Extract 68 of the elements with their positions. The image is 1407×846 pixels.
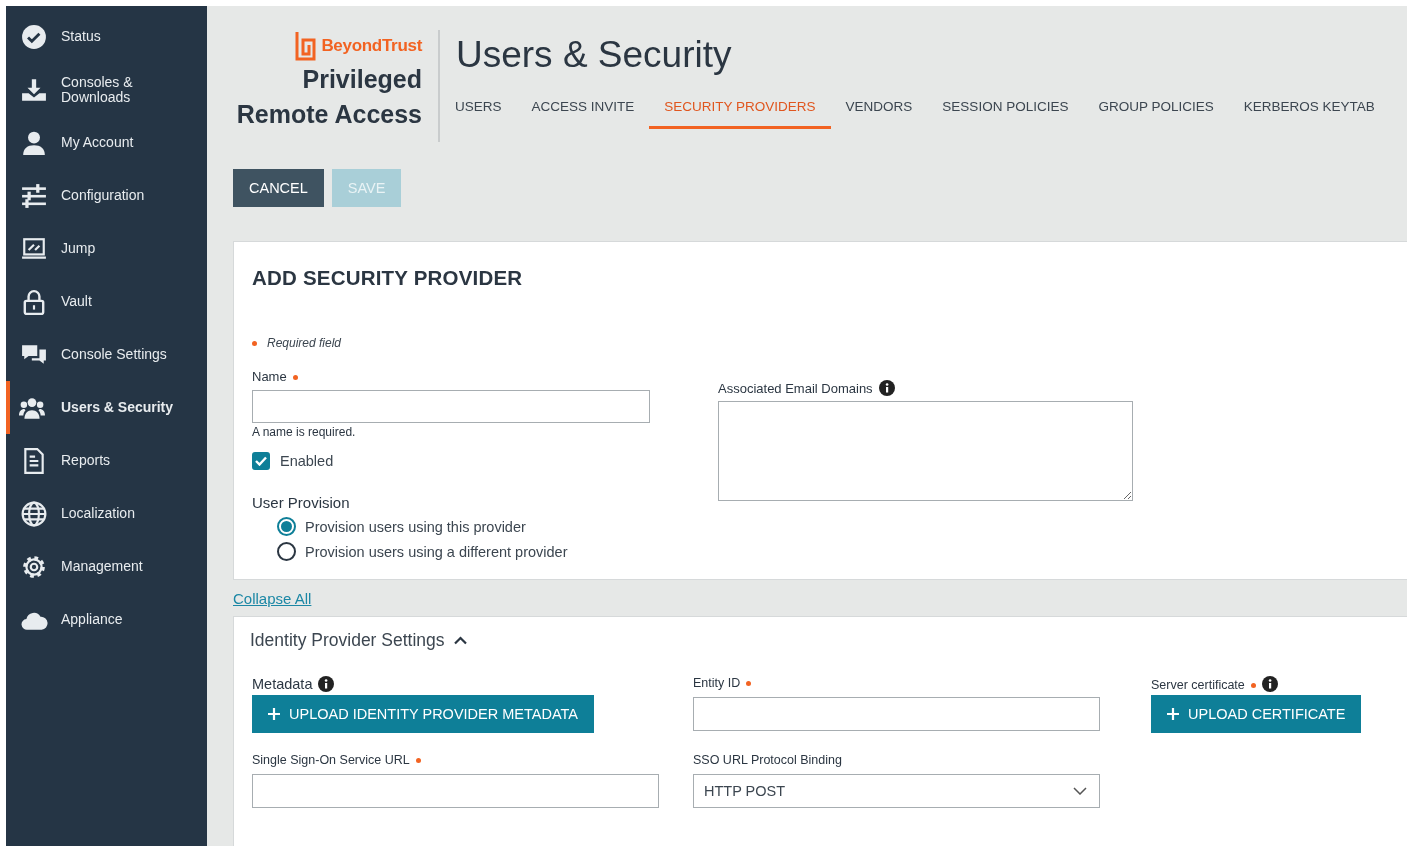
required-dot bbox=[1250, 683, 1256, 689]
sidebar-item[interactable]: Reports bbox=[6, 434, 207, 487]
sliders-icon bbox=[20, 182, 48, 209]
field-label: Name bbox=[252, 369, 287, 384]
user-icon bbox=[20, 129, 48, 156]
checkbox-label: Enabled bbox=[280, 453, 334, 469]
tab[interactable]: ACCESS INVITE bbox=[516, 99, 650, 129]
product-name: Remote Access bbox=[236, 99, 422, 130]
field-label: Metadata bbox=[252, 676, 313, 692]
tab[interactable]: VENDORS bbox=[830, 99, 928, 129]
info-icon[interactable] bbox=[878, 380, 895, 396]
required-dot bbox=[415, 758, 421, 764]
radio-button[interactable] bbox=[277, 542, 296, 561]
section-title[interactable]: Identity Provider Settings bbox=[250, 630, 445, 651]
tab[interactable]: USERS bbox=[440, 99, 517, 129]
sidebar-item[interactable]: Consoles & Downloads bbox=[6, 63, 207, 116]
gear-icon bbox=[20, 553, 48, 580]
page-title: Users & Security bbox=[456, 34, 733, 76]
radio-label: Provision users using this provider bbox=[305, 518, 526, 535]
action-button[interactable]: CANCEL bbox=[233, 169, 324, 207]
text-field[interactable] bbox=[693, 697, 1100, 731]
upload-button[interactable]: UPLOAD IDENTITY PROVIDER METADATA bbox=[252, 695, 594, 733]
upload-button[interactable]: UPLOAD CERTIFICATE bbox=[1151, 695, 1362, 733]
tab[interactable]: GROUP POLICIES bbox=[1083, 99, 1229, 129]
tab[interactable]: SESSION POLICIES bbox=[927, 99, 1084, 129]
radio-button[interactable] bbox=[277, 517, 296, 536]
plus-icon bbox=[268, 708, 280, 720]
field-label: Entity ID bbox=[693, 676, 741, 690]
field-label: Server certificate bbox=[1151, 678, 1245, 692]
text-field[interactable] bbox=[252, 774, 659, 808]
info-icon[interactable] bbox=[318, 676, 335, 692]
plus-icon bbox=[1167, 708, 1179, 720]
sidebar-item[interactable]: Management bbox=[6, 540, 207, 593]
logo-icon bbox=[293, 30, 318, 62]
field-label: Associated Email Domains bbox=[718, 381, 873, 396]
sidebar-item[interactable]: Vault bbox=[6, 275, 207, 328]
product-name: Privileged bbox=[302, 64, 422, 95]
check-icon bbox=[20, 23, 48, 50]
required-dot bbox=[292, 375, 298, 381]
chevron-down-icon bbox=[1073, 787, 1087, 795]
field-label: Single Sign-On Service URL bbox=[252, 753, 410, 767]
sidebar-item[interactable]: Status bbox=[6, 10, 207, 63]
sidebar-item[interactable]: Localization bbox=[6, 487, 207, 540]
select-value: HTTP POST bbox=[704, 783, 786, 799]
radio-label: Provision users using a different provider bbox=[305, 543, 568, 560]
field-label: SSO URL Protocol Binding bbox=[693, 753, 842, 767]
download-icon bbox=[20, 76, 48, 103]
form-title: ADD SECURITY PROVIDER bbox=[252, 266, 524, 290]
jump-icon bbox=[20, 235, 48, 262]
globe-icon bbox=[20, 500, 48, 527]
sidebar-item[interactable]: Jump bbox=[6, 222, 207, 275]
email-domains-field[interactable] bbox=[718, 401, 1133, 501]
required-dot bbox=[746, 681, 752, 687]
group-label: User Provision bbox=[252, 494, 351, 511]
sidebar-item[interactable]: My Account bbox=[6, 116, 207, 169]
sidebar-item[interactable]: Appliance bbox=[6, 593, 207, 646]
checkbox[interactable] bbox=[252, 452, 270, 470]
tab[interactable]: KERBEROS KEYTAB bbox=[1228, 99, 1390, 129]
error-message: A name is required. bbox=[252, 425, 357, 439]
sidebar-item[interactable]: Configuration bbox=[6, 169, 207, 222]
sidebar-item[interactable]: Console Settings bbox=[6, 328, 207, 381]
select-field[interactable]: HTTP POST bbox=[693, 774, 1100, 808]
chevron-up-icon[interactable] bbox=[453, 636, 467, 645]
brand-name: BeyondTrust bbox=[321, 36, 422, 56]
required-dot bbox=[252, 340, 257, 346]
required-legend: Required field bbox=[267, 336, 342, 350]
info-icon[interactable] bbox=[1261, 676, 1278, 692]
name-field[interactable] bbox=[252, 390, 650, 423]
